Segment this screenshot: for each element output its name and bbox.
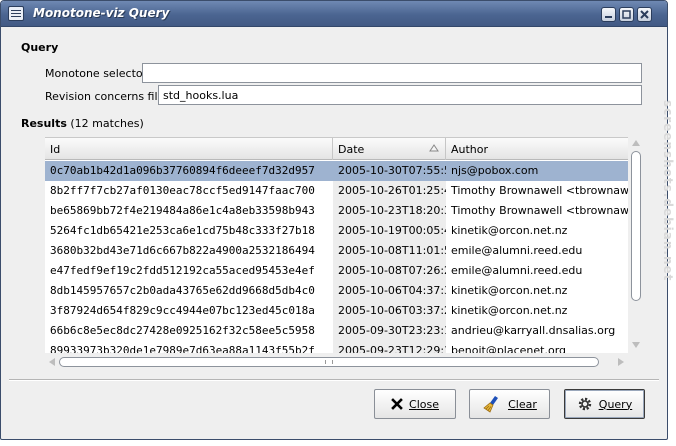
cell-author: njs@pobox.com [451, 164, 539, 177]
cell-id: 89933973b320de1e7989e7d63ea88a1143f55b2f [50, 344, 315, 353]
column-header-author-label: Author [451, 143, 489, 156]
minimize-icon[interactable] [601, 7, 616, 22]
maximize-icon[interactable] [619, 7, 634, 22]
revfile-label: Revision concerns file: [45, 90, 169, 103]
cell-id: 66b6c8e5ec8dc27428e0925162f32c58ee5c5958 [50, 324, 315, 337]
table-row[interactable]: 3f87924d654f829c9cc4944e07bc123ed45c018a… [45, 301, 628, 321]
selector-input[interactable] [142, 63, 642, 83]
cell-date: 2005-09-23T12:29:14 [333, 341, 446, 353]
cell-id: 0c70ab1b42d1a096b37760894f6deeef7d32d957 [50, 164, 315, 177]
cell-id: 3680b32bd43e71d6c667b822a4900a2532186494 [50, 244, 315, 257]
cell-date: 2005-10-30T07:55:52 [338, 164, 446, 177]
cell-author: kinetik@orcon.net.nz [451, 224, 568, 237]
sort-ascending-icon [429, 144, 439, 152]
broom-icon [483, 396, 499, 413]
cell-author: andrieu@karryall.dnsalias.org [451, 324, 616, 337]
title-bar[interactable]: Monotone-viz Query [1, 1, 667, 27]
cell-author: emile@alumni.reed.edu [451, 244, 583, 257]
table-header: Id Date Author [45, 138, 628, 160]
cell-date: 2005-09-30T23:23:18 [333, 321, 446, 341]
table-row[interactable]: 66b6c8e5ec8dc27428e0925162f32c58ee5c5958… [45, 321, 628, 341]
cell-id: be65869bb72f4e219484a86e1c4a8eb33598b943 [50, 204, 315, 217]
scroll-grip-icon [325, 360, 333, 364]
cell-author: kinetik@orcon.net.nz [451, 304, 568, 317]
table-row[interactable]: 8db145957657c2b0ada43765e62dd9668d5db4c0… [45, 281, 628, 301]
close-x-icon [391, 398, 403, 410]
vertical-scroll-thumb[interactable] [631, 151, 641, 301]
scroll-up-icon[interactable] [631, 139, 641, 147]
cell-id: 3f87924d654f829c9cc4944e07bc123ed45c018a [50, 304, 315, 317]
table-row[interactable]: 89933973b320de1e7989e7d63ea88a1143f55b2f… [45, 341, 628, 353]
cell-author: kinetik@orcon.net.nz [451, 284, 568, 297]
table-row[interactable]: be65869bb72f4e219484a86e1c4a8eb33598b943… [45, 201, 628, 221]
cell-date: 2005-10-08T07:26:21 [333, 261, 446, 281]
close-button[interactable]: Close [374, 389, 456, 419]
selector-label: Monotone selector: [45, 67, 151, 80]
cell-author: emile@alumni.reed.edu [451, 264, 583, 277]
cell-date: 2005-10-19T00:05:48 [333, 221, 446, 241]
clear-button-label: Clear [508, 397, 537, 411]
column-header-date-label: Date [338, 143, 365, 156]
scroll-right-icon[interactable] [617, 358, 625, 366]
vertical-scrollbar[interactable] [629, 137, 643, 353]
column-header-id-label: Id [50, 143, 61, 156]
query-window: Monotone-viz Query Query Monotone select… [0, 0, 668, 440]
gear-icon [578, 397, 591, 411]
cell-id: 5264fc1db65421e253ca6e1cd75b48c333f27b18 [50, 224, 315, 237]
watermark-text: screenshots.debian.net [661, 100, 675, 282]
cell-date: 2005-10-23T18:20:36 [333, 201, 446, 221]
cell-id: 8b2ff7f7cb27af0130eac78ccf5ed9147faac700 [50, 184, 315, 197]
table-row[interactable]: 8b2ff7f7cb27af0130eac78ccf5ed9147faac700… [45, 181, 628, 201]
cell-date: 2005-10-06T04:37:35 [333, 281, 446, 301]
results-title: Results (12 matches) [21, 117, 144, 130]
query-button-label: Query [598, 397, 633, 411]
query-button[interactable]: Query [564, 389, 645, 419]
cell-id: 8db145957657c2b0ada43765e62dd9668d5db4c0 [50, 284, 315, 297]
window-title: Monotone-viz Query [33, 6, 170, 20]
clear-button[interactable]: Clear [469, 389, 550, 419]
scroll-down-icon[interactable] [631, 341, 641, 349]
button-separator [9, 379, 659, 381]
column-header-id[interactable]: Id [45, 138, 333, 160]
close-icon[interactable] [637, 7, 652, 22]
table-row[interactable]: 3680b32bd43e71d6c667b822a4900a2532186494… [45, 241, 628, 261]
scroll-left-icon[interactable] [48, 358, 56, 366]
results-table[interactable]: Id Date Author 0c70ab1b42d1a096b37760894… [45, 137, 628, 353]
cell-date: 2005-10-06T03:37:21 [333, 301, 446, 321]
match-count: (12 matches) [70, 117, 144, 130]
cell-author: Timothy Brownawell <tbrownaw@gr [451, 204, 628, 217]
cell-author: Timothy Brownawell <tbrownaw@gr [451, 184, 628, 197]
query-section-title: Query [21, 41, 59, 54]
cell-id: e47fedf9ef19c2fdd512192ca55aced95453e4ef [50, 264, 315, 277]
results-section-title: Results [21, 117, 67, 130]
table-row[interactable]: 0c70ab1b42d1a096b37760894f6deeef7d32d957… [45, 161, 628, 181]
app-icon[interactable] [8, 6, 24, 21]
cell-date: 2005-10-08T11:01:52 [333, 241, 446, 261]
cell-date: 2005-10-26T01:25:48 [333, 181, 446, 201]
column-header-date[interactable]: Date [333, 138, 446, 160]
table-row[interactable]: e47fedf9ef19c2fdd512192ca55aced95453e4ef… [45, 261, 628, 281]
column-header-author[interactable]: Author [446, 138, 628, 160]
revfile-input[interactable] [158, 85, 642, 105]
table-row[interactable]: 5264fc1db65421e253ca6e1cd75b48c333f27b18… [45, 221, 628, 241]
cell-author: benoit@placenet.org [451, 344, 567, 353]
horizontal-scrollbar[interactable] [45, 355, 628, 369]
horizontal-scroll-thumb[interactable] [59, 357, 599, 367]
close-button-label: Close [409, 397, 439, 411]
